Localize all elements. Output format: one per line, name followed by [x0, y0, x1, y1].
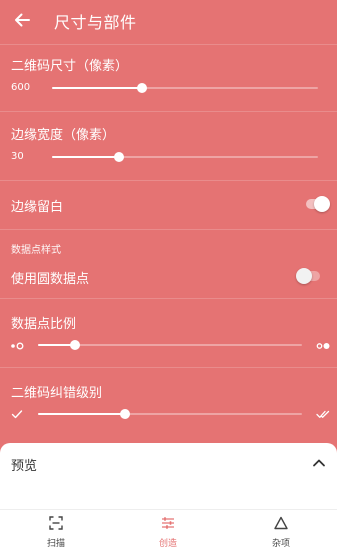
double-check-icon: [316, 410, 330, 418]
nav-item-misc[interactable]: 杂项: [225, 510, 337, 550]
slider-fill: [38, 413, 126, 415]
slider-thumb[interactable]: [120, 409, 131, 419]
qr-size-value: 600: [11, 82, 31, 93]
app-root: 尺寸与部件 二维码尺寸（像素） 600 边缘宽度（像素） 30 边缘留白 数据点…: [0, 0, 337, 550]
sliders-icon: [162, 517, 174, 529]
divider: [0, 298, 337, 299]
triangle-icon: [274, 516, 288, 530]
dot-style-section-label: 数据点样式: [11, 245, 61, 256]
round-dots-toggle[interactable]: [296, 268, 322, 284]
divider: [0, 180, 337, 181]
arrow-left-icon[interactable]: [12, 10, 32, 30]
scan-icon: [49, 516, 63, 530]
slider-fill: [52, 156, 119, 158]
divider: [0, 44, 337, 45]
round-dots-label: 使用圆数据点: [11, 272, 90, 287]
nav-label-misc: 杂项: [271, 539, 290, 549]
bottom-nav: 扫描 创造 杂项: [0, 509, 337, 550]
qr-size-label: 二维码尺寸（像素）: [11, 59, 129, 74]
qr-size-slider[interactable]: [52, 81, 318, 95]
check-icon: [11, 410, 23, 419]
dot-ratio-label: 数据点比例: [11, 317, 77, 332]
page-title: 尺寸与部件: [54, 13, 137, 32]
margin-width-slider[interactable]: [52, 150, 318, 164]
slider-fill: [52, 87, 143, 89]
divider: [0, 111, 337, 112]
nav-label-create: 创造: [158, 539, 177, 549]
dot-ratio-slider[interactable]: [38, 338, 302, 352]
slider-thumb[interactable]: [69, 340, 80, 350]
divider: [0, 229, 337, 230]
divider: [0, 367, 337, 368]
error-correction-label: 二维码纠错级别: [11, 386, 103, 401]
margin-width-label: 边缘宽度（像素）: [11, 128, 116, 143]
slider-thumb[interactable]: [137, 83, 148, 93]
margin-width-value: 30: [11, 151, 24, 162]
preview-sheet[interactable]: 预览: [0, 443, 337, 509]
nav-item-scan[interactable]: 扫描: [0, 510, 112, 550]
dot-large-icon: [316, 343, 330, 349]
toggle-knob: [314, 196, 330, 212]
app-header: 尺寸与部件: [0, 0, 337, 40]
margin-blank-label: 边缘留白: [11, 200, 64, 215]
toggle-knob: [296, 268, 312, 284]
chevron-up-icon[interactable]: [309, 453, 329, 473]
error-correction-slider[interactable]: [38, 407, 302, 421]
slider-thumb[interactable]: [113, 152, 124, 162]
nav-item-create[interactable]: 创造: [112, 510, 224, 550]
margin-blank-toggle[interactable]: [304, 196, 330, 212]
preview-title: 预览: [11, 459, 38, 474]
nav-label-scan: 扫描: [46, 539, 65, 549]
dot-small-icon: [11, 342, 24, 350]
